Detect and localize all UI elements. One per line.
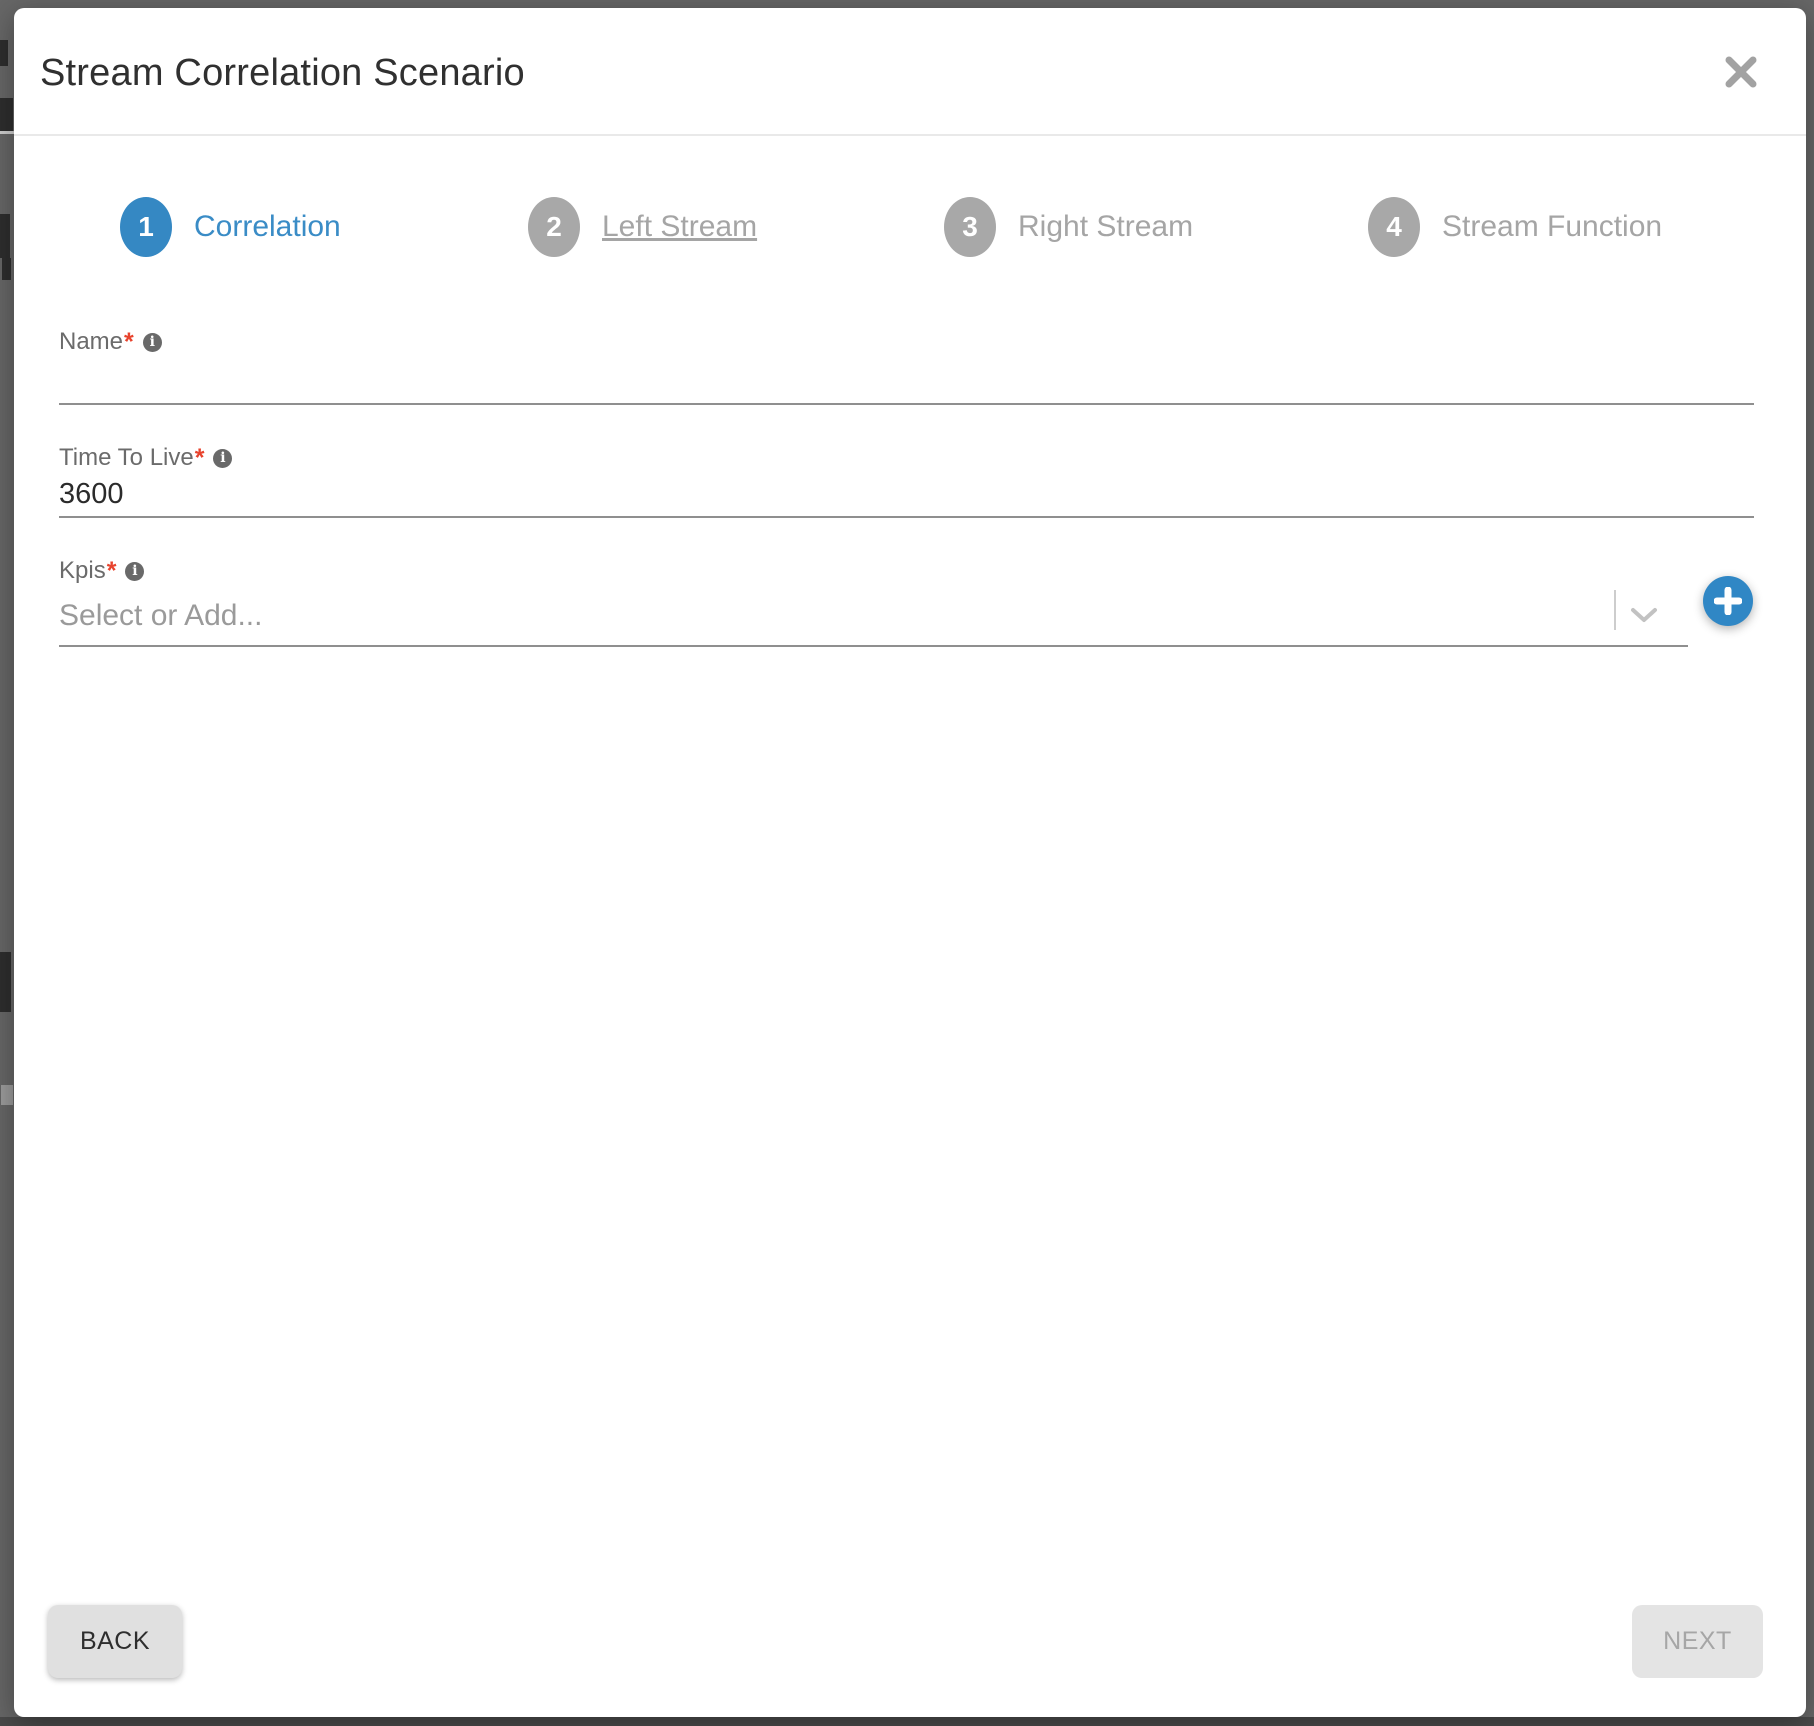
info-icon[interactable]: i [213,449,232,468]
stream-correlation-scenario-modal: Stream Correlation Scenario 1 Correlatio… [14,8,1806,1717]
modal-header: Stream Correlation Scenario [14,8,1806,136]
time-to-live-input[interactable] [59,473,1754,516]
add-kpi-button[interactable] [1703,576,1753,626]
step-right-stream[interactable]: 3 Right Stream [944,197,1193,257]
step-left-stream[interactable]: 2 Left Stream [528,197,757,257]
name-input[interactable] [59,357,1754,403]
kpis-label-row: Kpis* i [59,556,1754,586]
chevron-down-icon[interactable] [1630,607,1658,624]
info-icon[interactable]: i [125,562,144,581]
step-number-badge: 1 [120,197,172,257]
time-to-live-field-group: Time To Live* i [59,443,1754,518]
step-number-badge: 3 [944,197,996,257]
backdrop-fragment [1,1085,13,1105]
name-field-group: Name* i [59,327,1754,405]
backdrop-fragment [0,214,10,258]
name-input-underline [59,357,1754,405]
step-label: Left Stream [602,210,757,244]
select-divider [1614,590,1616,630]
step-label: Stream Function [1442,210,1662,244]
plus-icon [1714,587,1742,615]
backdrop-fragment [0,98,13,132]
time-to-live-label: Time To Live [59,444,194,472]
time-to-live-input-underline [59,473,1754,518]
back-button[interactable]: BACK [48,1605,182,1678]
name-label: Name [59,328,123,356]
modal-title: Stream Correlation Scenario [40,52,525,95]
step-label: Right Stream [1018,210,1193,244]
info-icon[interactable]: i [143,333,162,352]
backdrop-fragment [2,258,11,280]
kpis-field-group: Kpis* i [59,556,1754,647]
required-asterisk: * [195,444,205,473]
next-button[interactable]: NEXT [1632,1605,1763,1678]
time-to-live-label-row: Time To Live* i [59,443,1754,473]
step-number-badge: 2 [528,197,580,257]
kpis-select-input[interactable] [59,586,1688,645]
backdrop-bottom-strip [0,1717,1814,1726]
backdrop-fragment [0,952,11,1012]
backdrop-fragment [0,131,14,134]
backdrop-fragment [0,40,8,66]
close-icon[interactable] [1723,54,1759,90]
required-asterisk: * [107,557,117,586]
name-label-row: Name* i [59,327,1754,357]
step-label: Correlation [194,210,341,244]
step-number-badge: 4 [1368,197,1420,257]
kpis-label: Kpis [59,557,106,585]
step-stream-function[interactable]: 4 Stream Function [1368,197,1662,257]
step-correlation[interactable]: 1 Correlation [120,197,341,257]
kpis-select[interactable] [59,586,1688,647]
required-asterisk: * [124,328,134,357]
